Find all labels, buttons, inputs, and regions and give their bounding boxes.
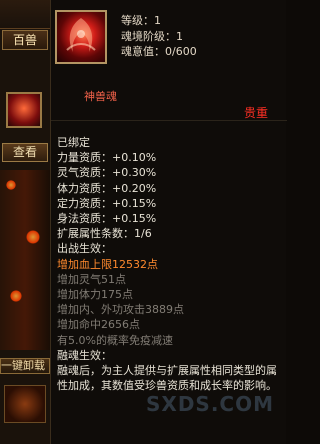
beast-soul-slot[interactable] — [6, 92, 42, 128]
beast-soul-icon — [55, 10, 107, 64]
beast-portrait-strip — [0, 170, 50, 350]
divider — [51, 120, 287, 121]
battle-effect-inactive: 有5.0%的概率免疫减速 — [57, 333, 173, 347]
tab-beasts[interactable]: 百兽 — [2, 30, 48, 50]
ember-icon — [10, 290, 22, 302]
extend-attr-count: 扩展属性条数：1/6 — [57, 227, 152, 241]
battle-effect-inactive: 增加体力175点 — [57, 288, 133, 302]
equipment-slot[interactable] — [4, 385, 46, 423]
aptitude-row: 灵气资质：+0.30% — [57, 166, 157, 180]
aptitude-row: 身法资质：+0.15% — [57, 212, 157, 226]
item-tooltip: 等级：1 魂境阶级：1 魂意值：0/600 神兽魂 贵重 已绑定 力量资质：+0… — [50, 0, 287, 444]
bound-status: 已绑定 — [57, 136, 90, 149]
soul-intent-line: 魂意值：0/600 — [121, 45, 197, 58]
item-name: 神兽魂 — [84, 90, 117, 103]
battle-effect-inactive: 增加命中2656点 — [57, 318, 140, 332]
watermark: SXDS.COM — [146, 392, 275, 416]
battle-effect-title: 出战生效： — [57, 242, 112, 256]
aptitude-row: 定力资质：+0.15% — [57, 196, 157, 210]
soul-merge-description: 融魂后，为主人提供与扩展属性相同类型的属性加成，其数值受珍兽资质和成长率的影响。 — [57, 364, 277, 393]
battle-effect-active: 增加血上限12532点 — [57, 257, 158, 271]
ember-icon — [26, 230, 40, 244]
view-button[interactable]: 查看 — [2, 143, 48, 162]
soul-merge-title: 融魂生效： — [57, 348, 112, 362]
battle-effect-inactive: 增加灵气51点 — [57, 272, 126, 286]
battle-effect-inactive: 增加内、外功攻击3889点 — [57, 303, 184, 317]
one-key-unload-button[interactable]: 一键卸载 — [0, 358, 50, 374]
level-line: 等级：1 — [121, 14, 161, 27]
aptitude-row: 体力资质：+0.20% — [57, 181, 157, 195]
ember-icon — [6, 180, 16, 190]
soul-tier-line: 魂境阶级：1 — [121, 29, 183, 43]
item-header-info: 等级：1 魂境阶级：1 魂意值：0/600 — [121, 13, 197, 60]
rarity-label: 贵重 — [243, 106, 268, 120]
attribute-list: 已绑定 力量资质：+0.10% 灵气资质：+0.30% 体力资质：+0.20% … — [57, 135, 283, 393]
aptitude-row: 力量资质：+0.10% — [57, 151, 157, 165]
left-panel: 百兽 查看 一键卸载 — [0, 0, 50, 444]
panel-ornament — [0, 0, 50, 29]
